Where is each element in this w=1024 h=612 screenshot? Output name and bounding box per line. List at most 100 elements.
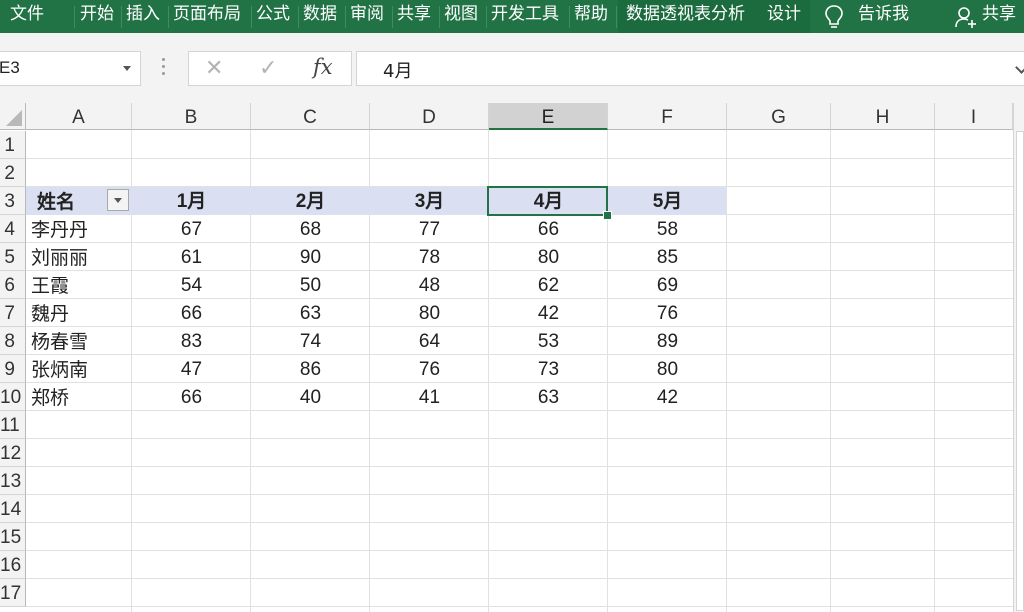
row-header[interactable]: 7 <box>0 299 26 327</box>
tab-insert[interactable]: 插入 <box>126 0 160 33</box>
tab-view[interactable]: 视图 <box>444 0 478 33</box>
table-cell[interactable]: 62 <box>489 271 608 299</box>
table-cell[interactable]: 76 <box>608 299 727 327</box>
row-header[interactable]: 9 <box>0 355 26 383</box>
fill-handle[interactable] <box>603 211 612 220</box>
table-cell[interactable]: 69 <box>608 271 727 299</box>
tab-home[interactable]: 开始 <box>80 0 114 33</box>
row-header[interactable]: 15 <box>0 523 26 551</box>
table-cell[interactable]: 53 <box>489 327 608 355</box>
table-cell[interactable]: 68 <box>251 215 370 243</box>
tab-page-layout[interactable]: 页面布局 <box>173 0 241 33</box>
share-user-icon[interactable] <box>954 5 978 29</box>
table-cell[interactable]: 61 <box>132 243 251 271</box>
tell-me-search[interactable]: 告诉我 <box>858 0 909 33</box>
row-header[interactable]: 2 <box>0 159 26 187</box>
table-cell[interactable]: 63 <box>251 299 370 327</box>
table-cell-name[interactable]: 李丹丹 <box>26 215 88 243</box>
row-header[interactable]: 4 <box>0 215 26 243</box>
table-cell[interactable]: 47 <box>132 355 251 383</box>
tab-data[interactable]: 数据 <box>303 0 337 33</box>
row-header[interactable]: 8 <box>0 327 26 355</box>
row-header[interactable]: 17 <box>0 579 26 607</box>
tab-review[interactable]: 审阅 <box>350 0 384 33</box>
table-cell[interactable]: 86 <box>251 355 370 383</box>
table-cell-name[interactable]: 杨春雪 <box>26 327 88 355</box>
column-header-g[interactable]: G <box>727 103 831 130</box>
table-cell[interactable]: 80 <box>608 355 727 383</box>
table-cell[interactable]: 77 <box>370 215 489 243</box>
table-cell[interactable]: 42 <box>608 383 727 411</box>
table-cell-name[interactable]: 郑桥 <box>26 383 69 411</box>
pivot-row-label-header[interactable]: 姓名 <box>32 187 75 215</box>
table-cell[interactable]: 85 <box>608 243 727 271</box>
row-header[interactable]: 3 <box>0 187 26 215</box>
column-header-f[interactable]: F <box>608 103 727 130</box>
table-cell-name[interactable]: 王霞 <box>26 271 69 299</box>
formula-input[interactable]: 4月 <box>356 51 1024 86</box>
column-header-d[interactable]: D <box>370 103 489 130</box>
table-cell[interactable]: 54 <box>132 271 251 299</box>
row-header[interactable]: 6 <box>0 271 26 299</box>
row-header[interactable]: 16 <box>0 551 26 579</box>
column-label-cell[interactable]: 2月 <box>251 187 370 215</box>
tab-design[interactable]: 设计 <box>767 0 801 33</box>
table-cell[interactable]: 66 <box>132 383 251 411</box>
table-cell[interactable]: 89 <box>608 327 727 355</box>
table-cell[interactable]: 80 <box>370 299 489 327</box>
table-cell[interactable]: 48 <box>370 271 489 299</box>
row-header[interactable]: 11 <box>0 411 26 439</box>
table-cell[interactable]: 42 <box>489 299 608 327</box>
row-header[interactable]: 14 <box>0 495 26 523</box>
table-cell[interactable]: 63 <box>489 383 608 411</box>
table-cell[interactable]: 66 <box>132 299 251 327</box>
share-button[interactable]: 共享 <box>982 0 1016 33</box>
table-cell[interactable]: 78 <box>370 243 489 271</box>
table-cell[interactable]: 67 <box>132 215 251 243</box>
column-header-e[interactable]: E <box>489 103 608 130</box>
tab-developer[interactable]: 开发工具 <box>491 0 559 33</box>
table-cell[interactable]: 64 <box>370 327 489 355</box>
tab-help[interactable]: 帮助 <box>574 0 608 33</box>
table-cell[interactable]: 73 <box>489 355 608 383</box>
table-cell-name[interactable]: 魏丹 <box>26 299 69 327</box>
tab-share[interactable]: 共享 <box>397 0 431 33</box>
table-cell[interactable]: 76 <box>370 355 489 383</box>
table-cell-name[interactable]: 张炳南 <box>26 355 88 383</box>
table-cell[interactable]: 83 <box>132 327 251 355</box>
cancel-icon[interactable]: ✕ <box>205 56 223 81</box>
worksheet-grid[interactable]: A B C D E F G H I 1 2 3 4 5 6 7 8 9 10 1… <box>0 103 1024 612</box>
row-header[interactable]: 13 <box>0 467 26 495</box>
column-header-h[interactable]: H <box>831 103 935 130</box>
row-header[interactable]: 10 <box>0 383 26 411</box>
lightbulb-icon[interactable] <box>823 4 845 30</box>
table-cell[interactable]: 66 <box>489 215 608 243</box>
column-header-c[interactable]: C <box>251 103 370 130</box>
insert-function-icon[interactable]: fx <box>313 55 333 79</box>
column-header-b[interactable]: B <box>132 103 251 130</box>
column-label-cell[interactable]: 1月 <box>132 187 251 215</box>
table-cell[interactable]: 50 <box>251 271 370 299</box>
column-header-i[interactable]: I <box>935 103 1013 130</box>
column-header-a[interactable]: A <box>26 103 132 130</box>
column-label-cell[interactable]: 3月 <box>370 187 489 215</box>
tab-pivottable-analyze[interactable]: 数据透视表分析 <box>626 0 745 33</box>
confirm-icon[interactable]: ✓ <box>259 56 277 81</box>
row-header[interactable]: 1 <box>0 131 26 159</box>
table-cell[interactable]: 74 <box>251 327 370 355</box>
select-all-button[interactable] <box>0 103 26 130</box>
table-cell[interactable]: 40 <box>251 383 370 411</box>
drag-handle-icon[interactable] <box>162 58 166 80</box>
column-label-cell[interactable]: 5月 <box>608 187 727 215</box>
expand-formula-bar-icon[interactable] <box>1015 61 1024 74</box>
row-header[interactable]: 5 <box>0 243 26 271</box>
vertical-scrollbar[interactable] <box>1013 103 1024 612</box>
name-box[interactable]: E3 <box>0 51 141 86</box>
filter-dropdown-button[interactable] <box>107 189 129 211</box>
chevron-down-icon[interactable] <box>123 66 131 71</box>
table-cell[interactable]: 80 <box>489 243 608 271</box>
tab-formulas[interactable]: 公式 <box>256 0 290 33</box>
table-cell-name[interactable]: 刘丽丽 <box>26 243 88 271</box>
scrollbar-thumb[interactable] <box>1016 131 1024 611</box>
table-cell[interactable]: 41 <box>370 383 489 411</box>
